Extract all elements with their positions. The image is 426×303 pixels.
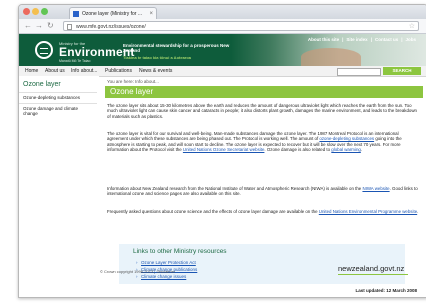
top-links: About this site | Site index | Contact us | Jo…	[305, 37, 419, 42]
url-text: www.mfe.govt.nz/issues/ozone/	[76, 24, 146, 30]
paragraph-text: Information about New Zealand research f…	[107, 186, 363, 191]
paragraph-niwa: Information about New Zealand research f…	[107, 186, 419, 197]
browser-toolbar: ← → ↻ www.mfe.govt.nz/issues/ozone/ ☆	[19, 19, 426, 34]
bookmark-star-icon[interactable]: ☆	[409, 22, 415, 32]
sidebar: Ozone layer Ozone-depleting substances O…	[19, 76, 99, 297]
browser-window: Ozone layer (Ministry for ... × ← → ↻ ww…	[18, 4, 426, 298]
link-un-ozone-secretariat[interactable]: United Nations Ozone Secretariat website	[183, 147, 265, 152]
page-title: Ozone layer	[110, 87, 154, 96]
paragraph-text: .	[417, 209, 419, 214]
site-banner: Ministry for the Environment Manatū Mō T…	[19, 34, 426, 66]
breadcrumb[interactable]: You are here: Info about...	[107, 79, 159, 84]
web-page: Ministry for the Environment Manatū Mō T…	[19, 34, 426, 297]
close-window-button[interactable]	[23, 8, 30, 15]
search-button[interactable]: SEARCH	[383, 67, 421, 75]
logo-small-bottom: Manatū Mō Te Taiao	[59, 59, 91, 63]
back-arrow-icon[interactable]: ←	[24, 21, 32, 31]
menu-item-news-events[interactable]: News & events	[139, 68, 172, 74]
browser-tab[interactable]: Ozone layer (Ministry for ... ×	[69, 7, 157, 19]
sidebar-item-ozone-depleting[interactable]: Ozone-depleting substances	[19, 92, 97, 102]
favicon-icon	[73, 11, 79, 17]
search-input[interactable]	[337, 68, 381, 76]
link-ozone-depleting-substances[interactable]: ozone-depleting substances	[319, 136, 374, 141]
sidebar-item-ozone-damage[interactable]: Ozone damage and climate change	[19, 103, 97, 118]
forward-arrow-icon[interactable]: →	[35, 21, 43, 31]
menu-item-about-us[interactable]: About us	[45, 68, 65, 74]
link-climate-change-issues[interactable]: Climate change issues	[136, 274, 186, 279]
close-tab-icon[interactable]: ×	[149, 8, 153, 19]
page-title-bar: Ozone layer	[105, 86, 423, 98]
paragraph-text: Frequently asked questions about ozone s…	[107, 209, 319, 214]
resources-heading: Links to other Ministry resources	[133, 248, 227, 255]
tab-title: Ozone layer (Ministry for ...	[82, 11, 143, 17]
banner-tagline: Environmental stewardship for a prospero…	[123, 43, 230, 53]
paragraph-intro: The ozone layer sits about 15-30 kilomet…	[107, 103, 417, 119]
minimize-window-button[interactable]	[32, 8, 39, 15]
top-link-about[interactable]: About this site	[305, 37, 342, 42]
link-niwa[interactable]: NIWA website	[362, 186, 389, 191]
top-link-jobs[interactable]: Jobs	[402, 37, 419, 42]
maximize-window-button[interactable]	[41, 8, 48, 15]
link-global-warming[interactable]: global warming	[331, 147, 361, 152]
banner-tagline-maori: Tiakina te taiao kia tōnui a Aotearoa	[123, 55, 192, 60]
top-link-site-index[interactable]: Site index	[343, 37, 370, 42]
paragraph-text: .	[360, 147, 363, 153]
tab-bar: Ozone layer (Ministry for ... ×	[19, 5, 426, 19]
last-updated: Last updated: 12 March 2008	[355, 288, 417, 293]
link-unep[interactable]: United Nations Environmental Programme w…	[319, 209, 417, 214]
footer-copyright[interactable]: © Crown copyright 1998-2013 | Disclaimer	[100, 269, 175, 274]
paragraph-faq: Frequently asked questions about ozone s…	[107, 209, 419, 214]
top-link-contact[interactable]: Contact us	[372, 37, 401, 42]
sidebar-heading[interactable]: Ozone layer	[23, 81, 61, 88]
menu-item-info-about[interactable]: Info about...	[71, 68, 97, 74]
paragraph-text: . Ozone damage is also related to	[264, 147, 332, 153]
menu-item-publications[interactable]: Publications	[105, 68, 132, 74]
menu-item-home[interactable]: Home	[25, 68, 38, 74]
page-icon	[67, 24, 72, 30]
link-ozone-protection-act[interactable]: Ozone Layer Protection Act	[136, 260, 196, 265]
footer-nz-govt-logo[interactable]: newzealand.govt.nz	[338, 264, 409, 275]
ministry-logo-icon[interactable]	[35, 41, 53, 59]
paragraph-montreal: The ozone layer is vital for our surviva…	[107, 131, 419, 153]
address-bar[interactable]: www.mfe.govt.nz/issues/ozone/ ☆	[63, 21, 419, 31]
reload-icon[interactable]: ↻	[47, 21, 54, 31]
